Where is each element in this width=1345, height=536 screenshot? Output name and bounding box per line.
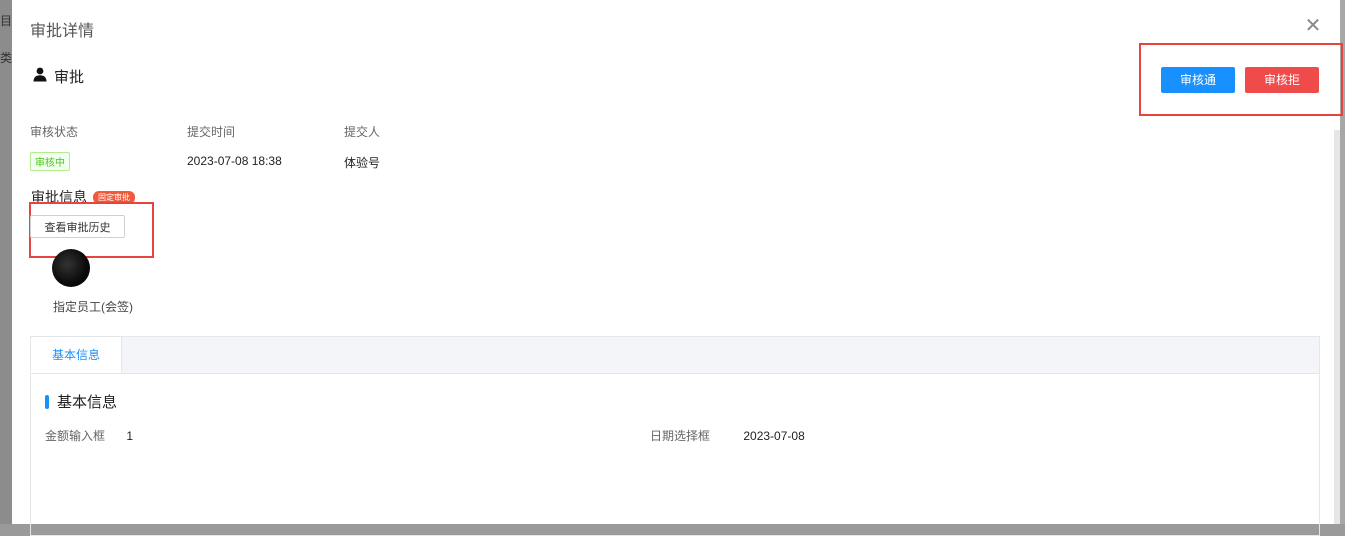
basic-info-heading: 基本信息 [45, 391, 117, 412]
date-value: 2023-07-08 [743, 429, 805, 443]
date-label: 日期选择框 [650, 429, 711, 443]
basic-info-title: 基本信息 [57, 394, 118, 411]
page-backdrop [0, 0, 12, 524]
reject-button[interactable]: 审核拒绝 [1245, 67, 1319, 113]
drawer-title: 审批详情 [30, 23, 95, 40]
status-meta: 审核状态 审核中 [30, 123, 78, 171]
view-history-button[interactable]: 查看审批历史 [30, 215, 125, 238]
approver-name: 指定员工(会签) [53, 300, 133, 314]
avatar [52, 249, 90, 287]
submit-time-meta: 提交时间 2023-07-08 18:38 [187, 123, 282, 168]
submitter-meta: 提交人 体验号 [344, 123, 380, 171]
amount-value: 1 [126, 429, 134, 443]
detail-tabs-panel: 基本信息 基本信息 金额输入框 1 日期选择框 2023-07-08 [30, 336, 1320, 536]
drawer-scrollbar[interactable] [1334, 130, 1340, 524]
status-label: 审核状态 [30, 125, 79, 139]
tabs-bar: 基本信息 [30, 336, 1319, 374]
user-icon [32, 66, 48, 87]
submitter-label: 提交人 [344, 125, 381, 139]
tab-basic-info[interactable]: 基本信息 [30, 336, 122, 373]
close-icon[interactable]: ✕ [1300, 13, 1326, 39]
submit-time-label: 提交时间 [187, 125, 236, 139]
approval-detail-drawer: 审批详情 ✕ 审批 审核通过 审核拒绝 审核状态 审核中 提交时间 2023-0… [12, 0, 1343, 536]
backdrop-text-fragment: 类 [0, 51, 12, 65]
approval-header-label: 审批 [54, 69, 85, 86]
amount-field: 金额输入框 1 [45, 427, 133, 444]
date-field: 日期选择框 2023-07-08 [650, 427, 805, 444]
section-accent-bar [45, 394, 49, 409]
submit-time-value: 2023-07-08 18:38 [187, 154, 282, 168]
amount-label: 金额输入框 [45, 429, 106, 443]
status-badge: 审核中 [30, 152, 70, 171]
approve-button[interactable]: 审核通过 [1161, 67, 1235, 113]
approval-header: 审批 [32, 66, 84, 87]
submitter-value: 体验号 [344, 156, 381, 170]
backdrop-text-fragment: 目 [0, 14, 12, 28]
